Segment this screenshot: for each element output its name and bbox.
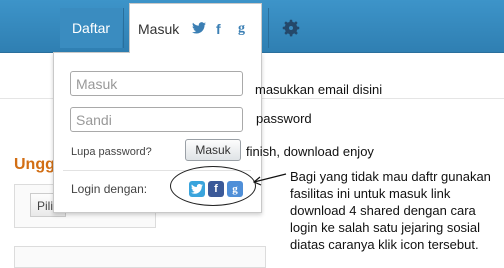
nav-separator [268, 8, 269, 48]
twitter-icon[interactable] [189, 181, 205, 197]
email-input[interactable] [70, 71, 243, 96]
forgot-password-link[interactable]: Lupa password? [71, 146, 152, 158]
annotation-social-line: login ke salah satu jejaring sosial [290, 220, 481, 235]
facebook-icon[interactable]: f [216, 21, 221, 37]
annotation-arrow [252, 173, 287, 186]
twitter-icon[interactable] [192, 21, 206, 37]
annotation-social-note: Bagi yang tidak mau daftr gunakan fasili… [290, 168, 491, 253]
annotation-password-note: password [256, 111, 312, 126]
nav-settings-button[interactable] [270, 8, 312, 48]
login-with-label: Login dengan: [71, 182, 148, 196]
annotation-social-line: diatas caranya klik icon tersebut. [290, 237, 479, 252]
login-submit-button[interactable]: Masuk [185, 139, 241, 161]
tab-masuk-label: Masuk [138, 21, 180, 37]
annotation-email-note: masukkan email disini [255, 82, 383, 97]
annotation-social-line: fasilitas ini untuk masuk link [290, 186, 451, 201]
nav-daftar-button[interactable]: Daftar [60, 8, 122, 48]
tab-masuk[interactable]: Masuk f g [129, 3, 262, 53]
facebook-icon[interactable]: f [208, 181, 224, 197]
password-input[interactable] [70, 107, 243, 132]
google-icon[interactable]: g [227, 181, 243, 197]
gear-icon [282, 19, 300, 37]
annotation-social-line: download 4 shared dengan cara [290, 203, 476, 218]
background-panel-lower [14, 246, 266, 268]
nav-daftar-label: Daftar [71, 20, 111, 36]
annotation-social-line: Bagi yang tidak mau daftr gunakan [290, 169, 491, 184]
google-icon[interactable]: g [238, 21, 245, 37]
annotation-finish-note: finish, download enjoy [246, 144, 374, 159]
nav-separator [123, 8, 124, 48]
